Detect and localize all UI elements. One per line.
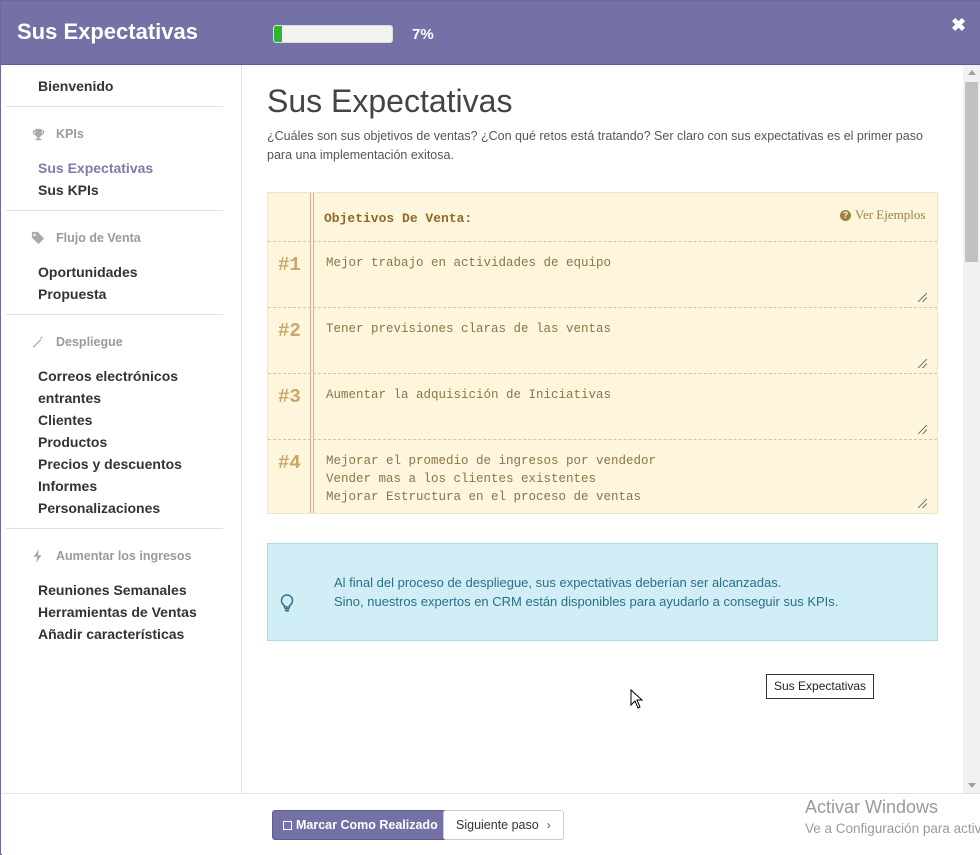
objective-row: #2 Tener previsiones claras de las venta…: [268, 307, 937, 373]
magic-wand-icon: [30, 335, 46, 349]
sidebar: Bienvenido KPIs Sus Expectativas Sus KPI…: [2, 65, 242, 793]
resize-grip-icon[interactable]: [918, 359, 927, 368]
resize-grip-icon[interactable]: [918, 425, 927, 434]
sidebar-item-clientes[interactable]: Clientes: [38, 412, 92, 428]
modal-footer: Marcar Como Realizado Siguiente paso › A…: [2, 793, 980, 855]
page-title: Sus Expectativas: [267, 83, 513, 119]
sidebar-item-oportunidades[interactable]: Oportunidades: [38, 264, 138, 280]
objective-row: #1 Mejor trabajo en actividades de equip…: [268, 241, 937, 307]
vertical-scrollbar[interactable]: [963, 65, 980, 793]
progress-fill: [274, 26, 283, 42]
sidebar-group-label: Flujo de Venta: [56, 231, 141, 245]
trophy-icon: [30, 127, 46, 141]
see-examples-label: Ver Ejemplos: [855, 207, 926, 222]
see-examples-link[interactable]: ? Ver Ejemplos: [840, 207, 925, 223]
sidebar-group-label: Despliegue: [56, 335, 123, 349]
objective-number: #4: [278, 452, 301, 474]
sidebar-item-personalizaciones[interactable]: Personalizaciones: [38, 500, 160, 516]
sidebar-group-despliegue: Despliegue: [30, 335, 123, 349]
sidebar-group-aumentar-ingresos: Aumentar los ingresos: [30, 549, 191, 563]
lightbulb-icon: [280, 594, 296, 612]
chevron-right-icon: ›: [546, 818, 551, 832]
objective-row: #4 Mejorar el promedio de ingresos por v…: [268, 439, 937, 513]
objective-textarea[interactable]: Tener previsiones claras de las ventas: [326, 320, 926, 338]
objective-row: #3 Aumentar la adquisición de Iniciativa…: [268, 373, 937, 439]
objective-number: #3: [278, 386, 301, 408]
modal-header: Sus Expectativas 7% ✖: [1, 1, 980, 65]
sales-objectives-notebook: Objetivos De Venta: ? Ver Ejemplos #1 Me…: [267, 192, 938, 514]
sidebar-item-bienvenido[interactable]: Bienvenido: [38, 78, 113, 94]
tooltip: Sus Expectativas: [766, 674, 875, 699]
sidebar-item-informes[interactable]: Informes: [38, 478, 97, 494]
scroll-up-icon[interactable]: [968, 70, 976, 75]
sidebar-item-correos[interactable]: Correos electrónicos: [38, 368, 178, 384]
sidebar-item-precios[interactable]: Precios y descuentos: [38, 456, 182, 472]
sidebar-group-flujo-de-venta: Flujo de Venta: [30, 231, 141, 245]
sidebar-item-anadir[interactable]: Añadir características: [38, 626, 184, 642]
page-intro: ¿Cuáles son sus objetivos de ventas? ¿Co…: [267, 129, 923, 162]
sidebar-item-productos[interactable]: Productos: [38, 434, 107, 450]
sidebar-divider: [6, 528, 223, 529]
windows-watermark-subtitle: Ve a Configuración para activar Windows.: [805, 821, 980, 836]
progress-bar: [273, 25, 393, 43]
sidebar-item-reuniones[interactable]: Reuniones Semanales: [38, 582, 187, 598]
resize-grip-icon[interactable]: [918, 499, 927, 508]
objective-textarea[interactable]: Mejorar el promedio de ingresos por vend…: [326, 452, 926, 506]
sidebar-item-correos-entrantes[interactable]: entrantes: [38, 390, 101, 406]
progress-label: 7%: [412, 26, 434, 43]
objective-textarea[interactable]: Aumentar la adquisición de Iniciativas: [326, 386, 926, 404]
mark-done-label: Marcar Como Realizado: [296, 818, 438, 832]
sidebar-item-sus-kpis[interactable]: Sus KPIs: [38, 182, 99, 198]
sidebar-divider: [6, 106, 223, 107]
main-content: Sus Expectativas ¿Cuáles son sus objetiv…: [242, 65, 963, 793]
modal-dialog: Sus Expectativas 7% ✖ Bienvenido KPIs Su…: [0, 0, 980, 855]
info-alert: Al final del proceso de despliegue, sus …: [267, 543, 938, 641]
bolt-icon: [30, 549, 46, 563]
sidebar-item-sus-expectativas[interactable]: Sus Expectativas: [38, 160, 153, 176]
scrollbar-thumb[interactable]: [965, 82, 978, 262]
next-step-button[interactable]: Siguiente paso ›: [443, 810, 564, 840]
tag-icon: [30, 231, 46, 245]
question-circle-icon: ?: [840, 209, 851, 221]
sidebar-divider: [6, 314, 223, 315]
objective-number: #2: [278, 320, 301, 342]
scroll-down-icon[interactable]: [968, 783, 976, 788]
objective-number: #1: [278, 254, 301, 276]
next-step-label: Siguiente paso: [456, 818, 539, 832]
sidebar-divider: [6, 210, 223, 211]
sidebar-group-label: KPIs: [56, 127, 84, 141]
close-icon[interactable]: ✖: [951, 15, 966, 36]
sidebar-item-propuesta[interactable]: Propuesta: [38, 286, 106, 302]
mouse-cursor-icon: [630, 689, 643, 709]
objective-textarea[interactable]: Mejor trabajo en actividades de equipo: [326, 254, 926, 272]
windows-watermark-title: Activar Windows: [805, 797, 939, 817]
mark-done-button[interactable]: Marcar Como Realizado: [272, 810, 449, 840]
notebook-heading: Objetivos De Venta:: [324, 211, 473, 226]
alert-line: Sino, nuestros expertos en CRM están dis…: [334, 594, 839, 609]
sidebar-group-kpis: KPIs: [30, 127, 84, 141]
sidebar-group-label: Aumentar los ingresos: [56, 549, 192, 563]
checkbox-icon: [283, 820, 292, 830]
modal-title: Sus Expectativas: [17, 19, 198, 44]
alert-line: Al final del proceso de despliegue, sus …: [334, 575, 782, 590]
resize-grip-icon[interactable]: [918, 293, 927, 302]
sidebar-item-herramientas[interactable]: Herramientas de Ventas: [38, 604, 197, 620]
